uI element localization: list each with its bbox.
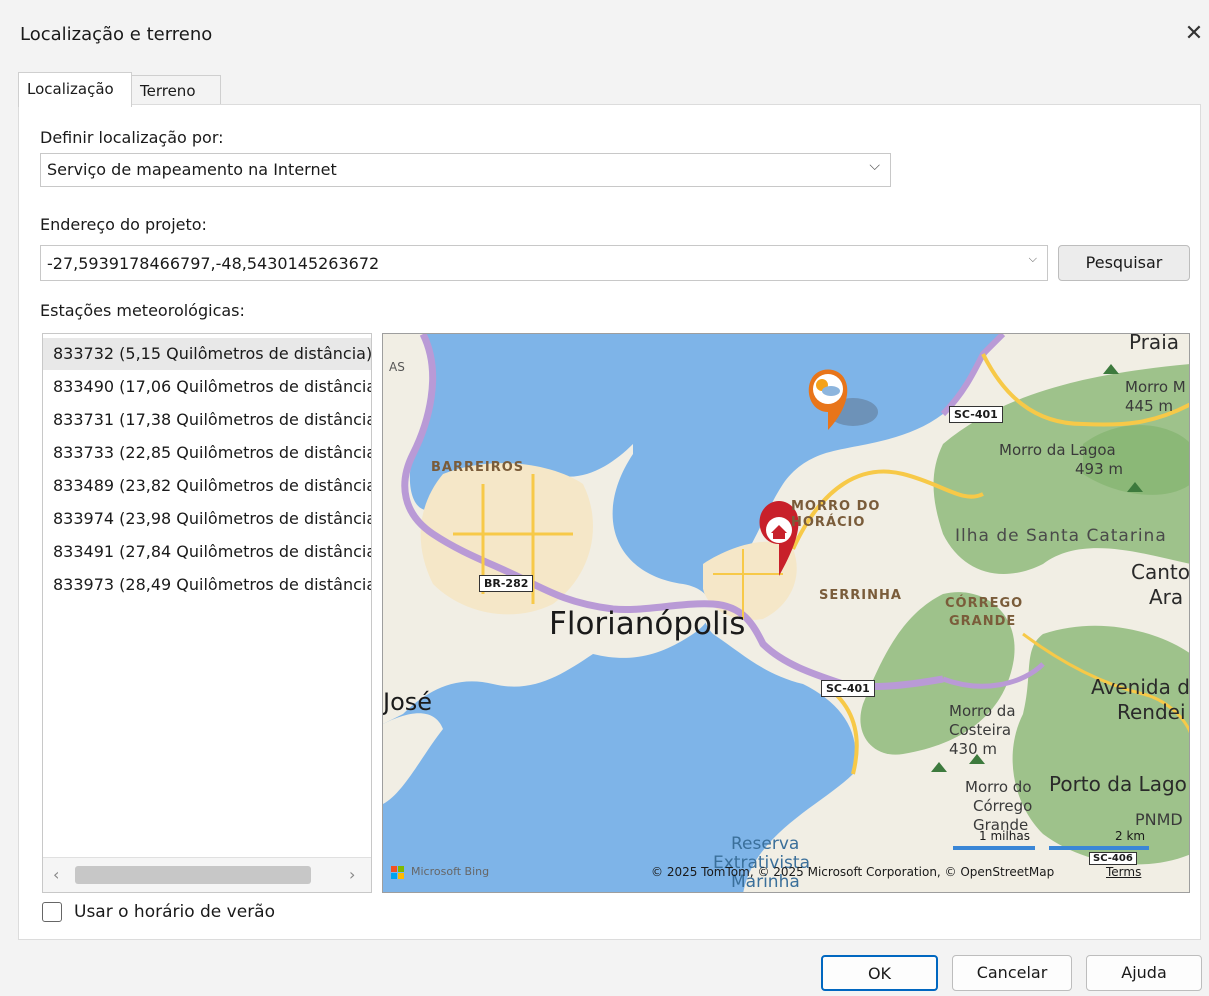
- map-label-corrego2: Córrego: [973, 797, 1033, 815]
- map-label-grande: GRANDE: [949, 614, 1017, 629]
- chevron-down-icon: ⌵: [1028, 252, 1037, 265]
- define-by-select[interactable]: Serviço de mapeamento na Internet ⌵: [40, 153, 891, 187]
- list-item[interactable]: 833489 (23,82 Quilômetros de distância): [43, 470, 371, 502]
- list-item[interactable]: 833732 (5,15 Quilômetros de distância): [43, 338, 371, 370]
- stations-label: Estações meteorológicas:: [40, 301, 245, 320]
- shield-sc401-north: SC-401: [949, 406, 1003, 423]
- title-bar: Localização e terreno ✕: [0, 0, 1209, 70]
- map-label-serrinha: SERRINHA: [819, 588, 902, 603]
- map-label-ilha: Ilha de Santa Catarina: [955, 526, 1167, 546]
- scale-km: 2 km: [1115, 829, 1146, 843]
- list-item[interactable]: 833733 (22,85 Quilômetros de distância): [43, 437, 371, 469]
- address-label: Endereço do projeto:: [40, 215, 207, 234]
- list-item[interactable]: 833490 (17,06 Quilômetros de distância): [43, 371, 371, 403]
- map-label-493m: 493 m: [1075, 460, 1124, 478]
- help-button[interactable]: Ajuda: [1086, 955, 1202, 991]
- map-label-445m: 445 m: [1125, 397, 1174, 415]
- stations-list[interactable]: 833732 (5,15 Quilômetros de distância) 8…: [42, 333, 372, 893]
- define-by-value: Serviço de mapeamento na Internet: [47, 160, 337, 179]
- scrollbar-thumb[interactable]: [75, 866, 311, 884]
- shield-br282: BR-282: [479, 575, 534, 592]
- scale-miles: 1 milhas: [979, 829, 1031, 843]
- chevron-right-icon[interactable]: ›: [349, 865, 355, 884]
- map-attribution[interactable]: © 2025 TomTom, © 2025 Microsoft Corporat…: [651, 865, 1054, 879]
- map-label-morro-m: Morro M: [1125, 378, 1186, 396]
- map-label-jose: José: [383, 688, 433, 716]
- address-combobox[interactable]: -27,5939178466797,-48,5430145263672 ⌵: [40, 245, 1048, 281]
- map-label-as: AS: [389, 360, 405, 374]
- tab-terreno[interactable]: Terreno: [131, 75, 221, 105]
- dst-label: Usar o horário de verão: [74, 902, 275, 922]
- define-by-label: Definir localização por:: [40, 128, 224, 147]
- map-label-morro-costeira: Morro da: [949, 702, 1016, 720]
- list-item[interactable]: 833974 (23,98 Quilômetros de distância): [43, 503, 371, 535]
- map-label-morro-lagoa: Morro da Lagoa: [999, 441, 1116, 459]
- dialog-title: Localização e terreno: [20, 24, 213, 45]
- map-label-city: Florianópolis: [549, 606, 746, 642]
- list-item[interactable]: 833491 (27,84 Quilômetros de distância): [43, 536, 371, 568]
- map-label-430m: 430 m: [949, 740, 998, 758]
- map-label-porto: Porto da Lago: [1049, 772, 1187, 796]
- map-label-horacio: HORÁCIO: [791, 515, 866, 530]
- map-label-corrego: CÓRREGO: [945, 596, 1024, 611]
- map-label-praia: Praia: [1129, 333, 1179, 354]
- terms-link[interactable]: Terms: [1106, 865, 1141, 879]
- map-label-ara: Ara: [1149, 585, 1184, 609]
- chevron-left-icon[interactable]: ‹: [53, 865, 59, 884]
- cancel-button[interactable]: Cancelar: [952, 955, 1072, 991]
- list-item[interactable]: 833731 (17,38 Quilômetros de distância): [43, 404, 371, 436]
- search-button[interactable]: Pesquisar: [1058, 245, 1190, 281]
- map-view[interactable]: Florianópolis José AS BARREIROS MORRO DO…: [382, 333, 1190, 893]
- map-label-pnmd: PNMD: [1135, 810, 1183, 829]
- address-value: -27,5939178466797,-48,5430145263672: [47, 254, 380, 273]
- chevron-down-icon: ⌵: [869, 158, 880, 174]
- map-label-reserva: Reserva: [731, 834, 800, 854]
- list-item[interactable]: 833973 (28,49 Quilômetros de distância): [43, 569, 371, 601]
- ok-button[interactable]: OK: [821, 955, 938, 991]
- map-label-barreiros: BARREIROS: [431, 460, 525, 475]
- map-label-canto: Canto: [1131, 560, 1190, 584]
- map-label-morro-do-corrego: Morro do: [965, 778, 1032, 796]
- tab-localizacao[interactable]: Localização: [18, 72, 132, 107]
- map-label-morro-do: MORRO DO: [791, 499, 881, 514]
- map-label-rendei: Rendei: [1117, 700, 1186, 724]
- dst-checkbox[interactable]: [42, 902, 62, 922]
- map-canvas: [383, 334, 1189, 892]
- shield-sc406: SC-406: [1089, 852, 1137, 865]
- map-label-costeira: Costeira: [949, 721, 1012, 739]
- horizontal-scrollbar[interactable]: ‹ ›: [43, 857, 371, 892]
- bing-logo: Microsoft Bing: [411, 865, 490, 878]
- close-icon[interactable]: ✕: [1180, 20, 1208, 48]
- map-label-avenida: Avenida d: [1091, 675, 1190, 699]
- shield-sc401-south: SC-401: [821, 680, 875, 697]
